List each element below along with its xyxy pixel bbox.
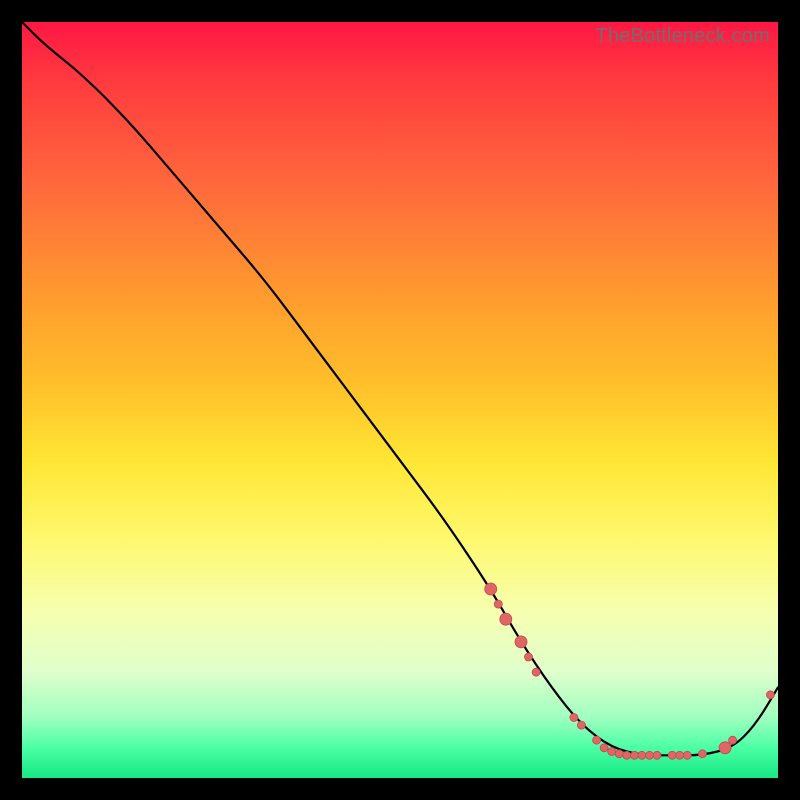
data-point — [638, 751, 646, 759]
data-point — [766, 691, 774, 699]
data-point — [653, 751, 661, 759]
data-point — [630, 751, 638, 759]
data-point — [719, 742, 731, 754]
data-point — [532, 668, 540, 676]
data-point — [623, 751, 631, 759]
data-point — [577, 721, 585, 729]
bottleneck-curve — [22, 22, 778, 755]
data-point — [494, 600, 502, 608]
data-point — [608, 748, 616, 756]
data-point — [729, 736, 737, 744]
data-point — [593, 736, 601, 744]
chart-area: TheBottleneck.com — [22, 22, 778, 778]
data-point — [668, 751, 676, 759]
data-markers — [485, 583, 775, 759]
data-point — [515, 636, 527, 648]
data-point — [525, 653, 533, 661]
data-point — [500, 613, 512, 625]
data-point — [615, 750, 623, 758]
chart-svg — [22, 22, 778, 778]
data-point — [600, 744, 608, 752]
data-point — [646, 751, 654, 759]
data-point — [485, 583, 497, 595]
data-point — [683, 751, 691, 759]
data-point — [570, 714, 578, 722]
data-point — [676, 751, 684, 759]
data-point — [698, 750, 706, 758]
